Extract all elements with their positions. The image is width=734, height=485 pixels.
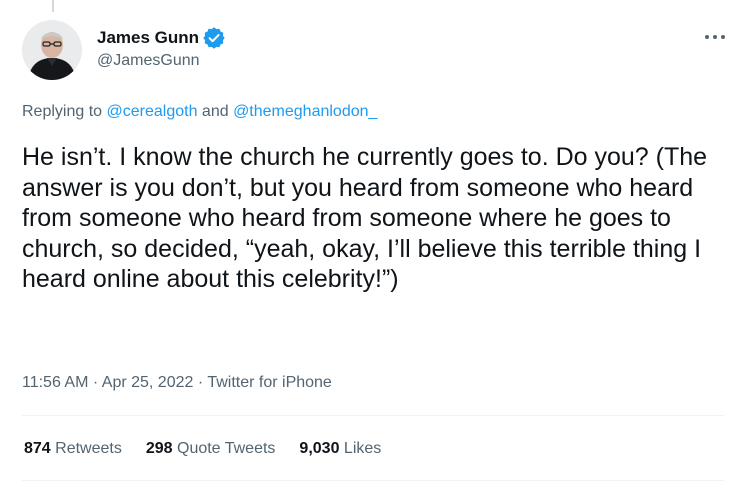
divider-bottom xyxy=(22,480,724,481)
tweet-source: Twitter for iPhone xyxy=(207,374,332,391)
tweet-date-link[interactable]: Apr 25, 2022 xyxy=(102,374,194,391)
likes-label: Likes xyxy=(339,440,382,457)
quote-tweets-count: 298 xyxy=(145,440,173,457)
retweets-stat[interactable]: 874 Retweets xyxy=(24,439,122,459)
thread-connector-line xyxy=(52,0,54,12)
more-options-icon[interactable] xyxy=(703,28,727,44)
reply-and-label: and xyxy=(197,103,234,120)
meta-separator: · xyxy=(193,374,208,391)
verified-badge-icon xyxy=(203,27,225,49)
tweet-time-link[interactable]: 11:56 AM xyxy=(22,374,88,391)
replying-to-label: Replying to xyxy=(22,103,107,120)
likes-stat[interactable]: 9,030 Likes xyxy=(299,439,381,459)
likes-count: 9,030 xyxy=(299,440,340,457)
author-display-name[interactable]: James Gunn xyxy=(97,28,199,48)
author-handle[interactable]: @JamesGunn xyxy=(97,51,200,71)
quote-tweets-stat[interactable]: 298 Quote Tweets xyxy=(146,439,276,459)
retweets-label: Retweets xyxy=(50,440,122,457)
retweets-count: 874 xyxy=(24,440,51,457)
divider-top xyxy=(22,415,724,416)
reply-user-link-2[interactable]: @themeghanlodon_ xyxy=(233,103,377,120)
replying-to-line: Replying to @cerealgoth and @themeghanlo… xyxy=(22,102,377,122)
author-name-row[interactable]: James Gunn xyxy=(97,27,225,49)
avatar[interactable] xyxy=(22,20,82,80)
meta-separator: · xyxy=(88,374,102,391)
quote-tweets-label: Quote Tweets xyxy=(172,440,276,457)
tweet-text: He isn’t. I know the church he currently… xyxy=(22,143,708,293)
tweet-stats: 874 Retweets 298 Quote Tweets 9,030 Like… xyxy=(24,439,381,459)
tweet-metadata: 11:56 AM · Apr 25, 2022 · Twitter for iP… xyxy=(22,373,332,393)
reply-user-link-1[interactable]: @cerealgoth xyxy=(107,103,198,120)
